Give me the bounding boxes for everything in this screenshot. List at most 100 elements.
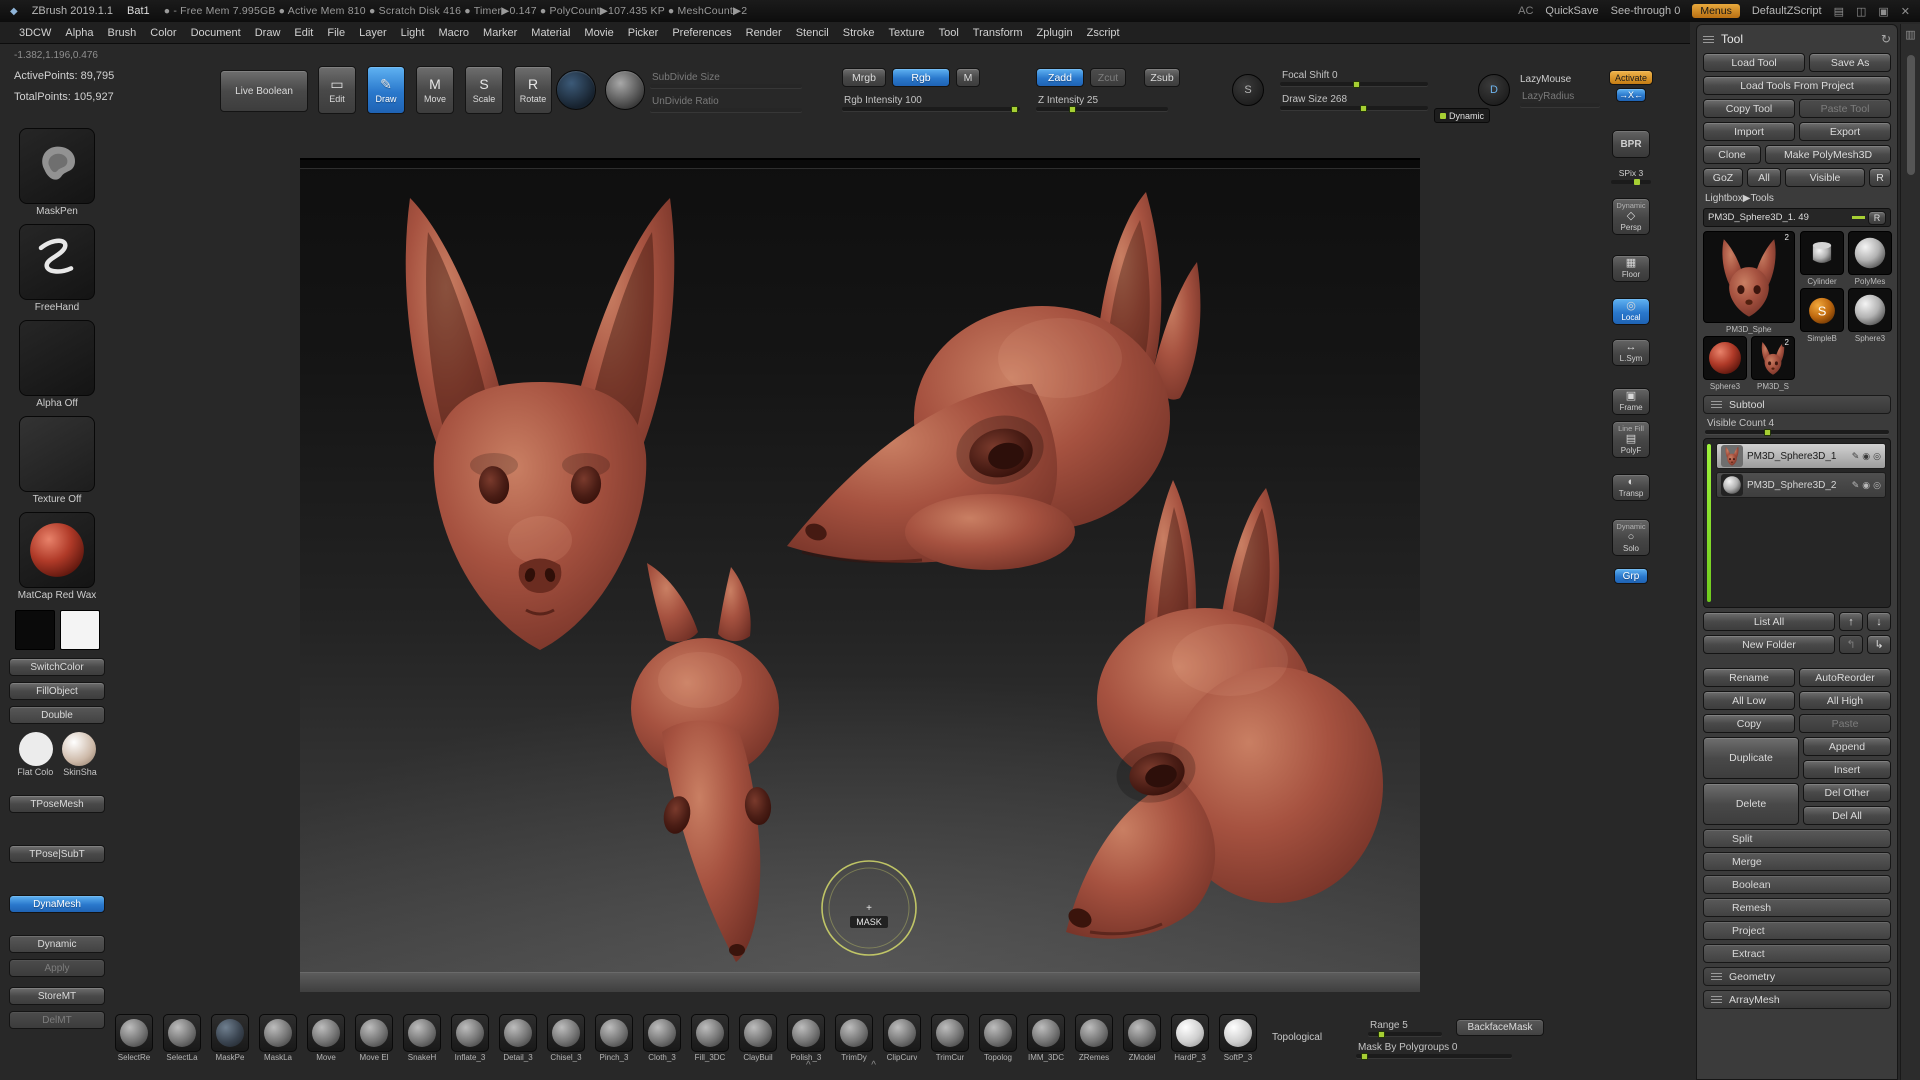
menu-item[interactable]: Layer <box>352 25 394 41</box>
autoreorder-button[interactable]: AutoReorder <box>1799 668 1891 687</box>
range-slider[interactable]: Range 5 <box>1368 1020 1442 1036</box>
scale-button[interactable]: S Scale <box>465 66 503 114</box>
solo-button[interactable]: Dynamic ○ Solo <box>1612 519 1650 556</box>
insert-button[interactable]: Insert <box>1803 760 1891 779</box>
remesh-button[interactable]: Remesh <box>1703 898 1891 917</box>
close-icon[interactable]: ✕ <box>1901 5 1910 18</box>
menu-item[interactable]: Zscript <box>1080 25 1127 41</box>
subtool-item-selected[interactable]: PM3D_Sphere3D_1 ✎ ◉ ◎ <box>1716 443 1886 469</box>
append-button[interactable]: Append <box>1803 737 1891 756</box>
polyframe-button[interactable]: Line Fill ▤ PolyF <box>1612 421 1650 458</box>
menu-item[interactable]: File <box>320 25 352 41</box>
menu-item[interactable]: Draw <box>248 25 288 41</box>
live-boolean-button[interactable]: Live Boolean <box>220 70 308 112</box>
default-zscript-button[interactable]: DefaultZScript <box>1752 5 1822 17</box>
menu-item[interactable]: Texture <box>882 25 932 41</box>
duplicate-button[interactable]: Duplicate <box>1703 737 1799 779</box>
load-tools-from-project-button[interactable]: Load Tools From Project <box>1703 76 1891 95</box>
lsym-button[interactable]: ↔ L.Sym <box>1612 339 1650 366</box>
alpha-preview-icon[interactable] <box>605 70 645 110</box>
see-through-slider[interactable]: See-through 0 <box>1611 5 1681 17</box>
merge-button[interactable]: Merge <box>1703 852 1891 871</box>
zsub-button[interactable]: Zsub <box>1144 68 1180 87</box>
draw-button[interactable]: ✎ Draw <box>367 66 405 114</box>
brush-button[interactable]: Polish_3 <box>786 1014 826 1062</box>
apply-button[interactable]: Apply <box>9 959 105 977</box>
move-button[interactable]: M Move <box>416 66 454 114</box>
boolean-button[interactable]: Boolean <box>1703 875 1891 894</box>
mask-by-polygroups-slider[interactable]: Mask By Polygroups 0 <box>1356 1042 1512 1058</box>
brush-button[interactable]: TrimDy <box>834 1014 874 1062</box>
brush-button[interactable]: ClipCurv <box>882 1014 922 1062</box>
material-matcap-button[interactable] <box>19 512 95 588</box>
new-folder-button[interactable]: New Folder <box>1703 635 1835 654</box>
visibility-eye-icon[interactable]: ◉ <box>1862 480 1870 491</box>
menu-item[interactable]: Edit <box>287 25 320 41</box>
stroke-maskpen-button[interactable] <box>19 128 95 204</box>
brush-button[interactable]: Move El <box>354 1014 394 1062</box>
extract-button[interactable]: Extract <box>1703 944 1891 963</box>
mrgb-button[interactable]: Mrgb <box>842 68 886 87</box>
subdivide-size-slider[interactable]: SubDivide Size <box>650 72 802 88</box>
rgb-intensity-slider[interactable]: Rgb Intensity 100 <box>842 95 1020 111</box>
brush-button[interactable]: MaskPe <box>210 1014 250 1062</box>
clone-button[interactable]: Clone <box>1703 145 1761 164</box>
bpr-render-button[interactable]: BPR <box>1612 130 1650 158</box>
dynamic-button[interactable]: Dynamic <box>9 935 105 953</box>
menus-button[interactable]: Menus <box>1692 4 1740 18</box>
brush-button[interactable]: Inflate_3 <box>450 1014 490 1062</box>
export-button[interactable]: Export <box>1799 122 1891 141</box>
brush-button[interactable]: Chisel_3 <box>546 1014 586 1062</box>
all-low-button[interactable]: All Low <box>1703 691 1795 710</box>
tool-thumbnail-simplebrush[interactable] <box>1800 288 1844 332</box>
menu-item[interactable]: Picker <box>621 25 666 41</box>
copy-tool-button[interactable]: Copy Tool <box>1703 99 1795 118</box>
project-button[interactable]: Project <box>1703 921 1891 940</box>
list-all-button[interactable]: List All <box>1703 612 1835 631</box>
lock-icon[interactable]: ▣ <box>1878 5 1888 18</box>
alpha-off-button[interactable] <box>19 320 95 396</box>
menu-item[interactable]: Stencil <box>789 25 836 41</box>
brush-button[interactable]: ZRemes <box>1074 1014 1114 1062</box>
z-intensity-slider[interactable]: Z Intensity 25 <box>1036 95 1168 111</box>
paste-subtool-button[interactable]: Paste <box>1799 714 1891 733</box>
main-color-swatch[interactable] <box>15 610 55 650</box>
brush-button[interactable]: SelectLa <box>162 1014 202 1062</box>
brush-button[interactable]: HardP_3 <box>1170 1014 1210 1062</box>
subtool-down-button[interactable]: ↓ <box>1867 612 1891 631</box>
brush-button[interactable]: TrimCur <box>930 1014 970 1062</box>
menu-item[interactable]: Tool <box>932 25 966 41</box>
fillobject-button[interactable]: FillObject <box>9 682 105 700</box>
brush-preview-icon[interactable] <box>556 70 596 110</box>
brush-button[interactable]: SelectRe <box>114 1014 154 1062</box>
brush-button[interactable]: SnakeH <box>402 1014 442 1062</box>
brush-button[interactable]: Detail_3 <box>498 1014 538 1062</box>
subtool-scroll-indicator[interactable] <box>1707 444 1711 602</box>
tool-thumbnail-sphere-red[interactable] <box>1703 336 1747 380</box>
brush-button[interactable]: Cloth_3 <box>642 1014 682 1062</box>
activate-button[interactable]: Activate <box>1609 70 1653 85</box>
tpose-subt-button[interactable]: TPose|SubT <box>9 845 105 863</box>
quicksave-button[interactable]: QuickSave <box>1545 5 1598 17</box>
dynamic-draw-size-toggle[interactable]: Dynamic <box>1434 108 1490 123</box>
brush-button[interactable]: Topolog <box>978 1014 1018 1062</box>
tool-thumbnail-sphere[interactable] <box>1848 288 1892 332</box>
menu-item[interactable]: Brush <box>101 25 144 41</box>
brush-button[interactable]: MaskLa <box>258 1014 298 1062</box>
tool-thumbnail-cylinder[interactable] <box>1800 231 1844 275</box>
skinshade-material[interactable] <box>62 732 96 766</box>
sculpt-canvas[interactable]: + MASK <box>300 158 1420 992</box>
subtool-section-header[interactable]: Subtool <box>1703 395 1891 414</box>
import-button[interactable]: Import <box>1703 122 1795 141</box>
undivide-ratio-slider[interactable]: UnDivide Ratio <box>650 96 802 112</box>
menu-item[interactable]: Color <box>143 25 183 41</box>
save-as-button[interactable]: Save As <box>1809 53 1891 72</box>
visible-count-slider[interactable]: Visible Count 4 <box>1705 418 1889 434</box>
paint-icon[interactable]: ✎ <box>1852 451 1860 462</box>
arraymesh-section-header[interactable]: ArrayMesh <box>1703 990 1891 1009</box>
make-polymesh3d-button[interactable]: Make PolyMesh3D <box>1765 145 1891 164</box>
rename-button[interactable]: Rename <box>1703 668 1795 687</box>
menu-item[interactable]: Preferences <box>665 25 738 41</box>
frame-button[interactable]: ▣ Frame <box>1612 388 1650 415</box>
brush-button[interactable]: ZModel <box>1122 1014 1162 1062</box>
